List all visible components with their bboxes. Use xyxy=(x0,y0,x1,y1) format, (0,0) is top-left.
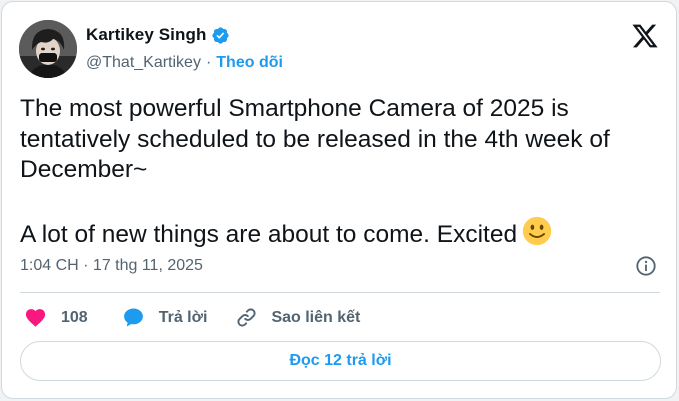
slightly-smiling-face-emoji xyxy=(522,216,552,246)
read-replies-label: Đọc 12 trả lời xyxy=(289,352,392,369)
info-icon[interactable] xyxy=(635,255,657,277)
like-count: 108 xyxy=(61,308,88,326)
copy-link-label: Sao liên kết xyxy=(271,308,361,326)
author-name-row: Kartikey Singh xyxy=(86,25,230,45)
x-logo-icon[interactable] xyxy=(630,22,660,50)
follow-link[interactable]: Theo dõi xyxy=(216,54,283,72)
tweet-embed-card: Kartikey Singh @That_Kartikey · Theo dõi… xyxy=(1,1,677,399)
copy-link-button[interactable]: Sao liên kết xyxy=(235,306,360,329)
divider xyxy=(20,292,660,293)
action-bar: 108 Trả lời Sao liên kết xyxy=(24,306,360,329)
avatar[interactable] xyxy=(19,20,77,78)
verified-badge-icon xyxy=(212,26,230,44)
read-replies-button[interactable]: Đọc 12 trả lời xyxy=(20,341,661,381)
heart-icon xyxy=(25,309,46,327)
author-name[interactable]: Kartikey Singh xyxy=(86,25,206,45)
reply-label: Trả lời xyxy=(158,308,208,326)
reply-button[interactable]: Trả lời xyxy=(122,306,208,329)
author-handle[interactable]: @That_Kartikey xyxy=(86,54,201,72)
like-button[interactable]: 108 xyxy=(24,306,88,329)
author-handle-row: @That_Kartikey · Theo dõi xyxy=(86,54,283,72)
link-icon xyxy=(237,308,257,327)
timestamp-text[interactable]: 1:04 CH · 17 thg 11, 2025 xyxy=(20,257,203,275)
timestamp[interactable]: 1:04 CH · 17 thg 11, 2025 xyxy=(20,257,203,275)
tweet-text: The most powerful Smartphone Camera of 2… xyxy=(20,94,660,251)
separator-dot: · xyxy=(205,54,212,71)
speech-bubble-icon xyxy=(123,308,143,327)
